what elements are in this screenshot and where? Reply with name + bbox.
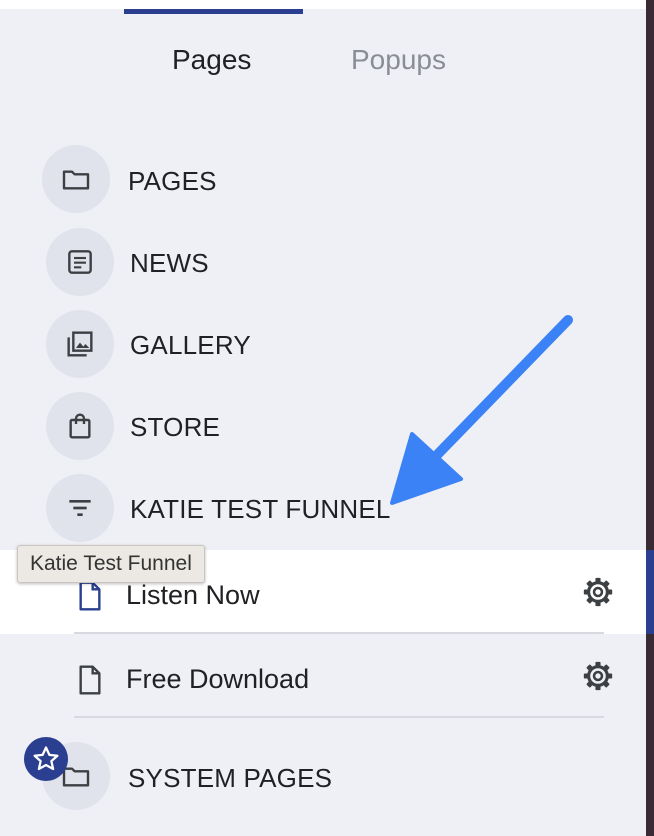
nav-item-system-pages[interactable]: SYSTEM PAGES xyxy=(0,742,646,812)
window-edge xyxy=(646,0,654,836)
top-strip xyxy=(0,0,654,9)
funnel-page-label: Free Download xyxy=(126,664,310,694)
nav-label-system-pages: SYSTEM PAGES xyxy=(128,763,333,793)
document-icon xyxy=(79,665,101,695)
nav-label-gallery: GALLERY xyxy=(130,330,251,360)
nav-item-funnel[interactable]: KATIE TEST FUNNEL xyxy=(0,474,646,544)
nav-label-news: NEWS xyxy=(130,248,209,278)
pages-panel: Pages Popups PAGES NEWS GALLERY STORE KA… xyxy=(0,0,654,836)
funnel-page-free-download[interactable]: Free Download xyxy=(0,634,646,718)
nav-item-gallery[interactable]: GALLERY xyxy=(0,310,646,380)
nav-item-news[interactable]: NEWS xyxy=(0,228,646,298)
document-icon xyxy=(79,581,101,611)
funnel-page-label: Listen Now xyxy=(126,580,260,610)
active-tab-indicator xyxy=(124,9,303,14)
tab-pages[interactable]: Pages xyxy=(172,44,251,76)
gear-icon[interactable] xyxy=(581,659,615,693)
tooltip: Katie Test Funnel xyxy=(17,545,205,583)
row-divider xyxy=(74,716,604,718)
nav-label-pages: PAGES xyxy=(128,166,217,196)
star-icon xyxy=(33,746,59,771)
window-edge-highlight xyxy=(646,550,654,634)
filter-icon xyxy=(46,474,114,542)
favorite-badge[interactable] xyxy=(24,737,68,781)
folder-icon xyxy=(42,145,110,213)
gallery-icon xyxy=(46,310,114,378)
gear-icon[interactable] xyxy=(581,575,615,609)
nav-label-funnel: KATIE TEST FUNNEL xyxy=(130,494,391,524)
tab-popups[interactable]: Popups xyxy=(351,44,446,76)
shopping-bag-icon xyxy=(46,392,114,460)
nav-item-pages[interactable]: PAGES xyxy=(0,145,646,215)
nav-item-store[interactable]: STORE xyxy=(0,392,646,462)
nav-label-store: STORE xyxy=(130,412,221,442)
article-icon xyxy=(46,228,114,296)
